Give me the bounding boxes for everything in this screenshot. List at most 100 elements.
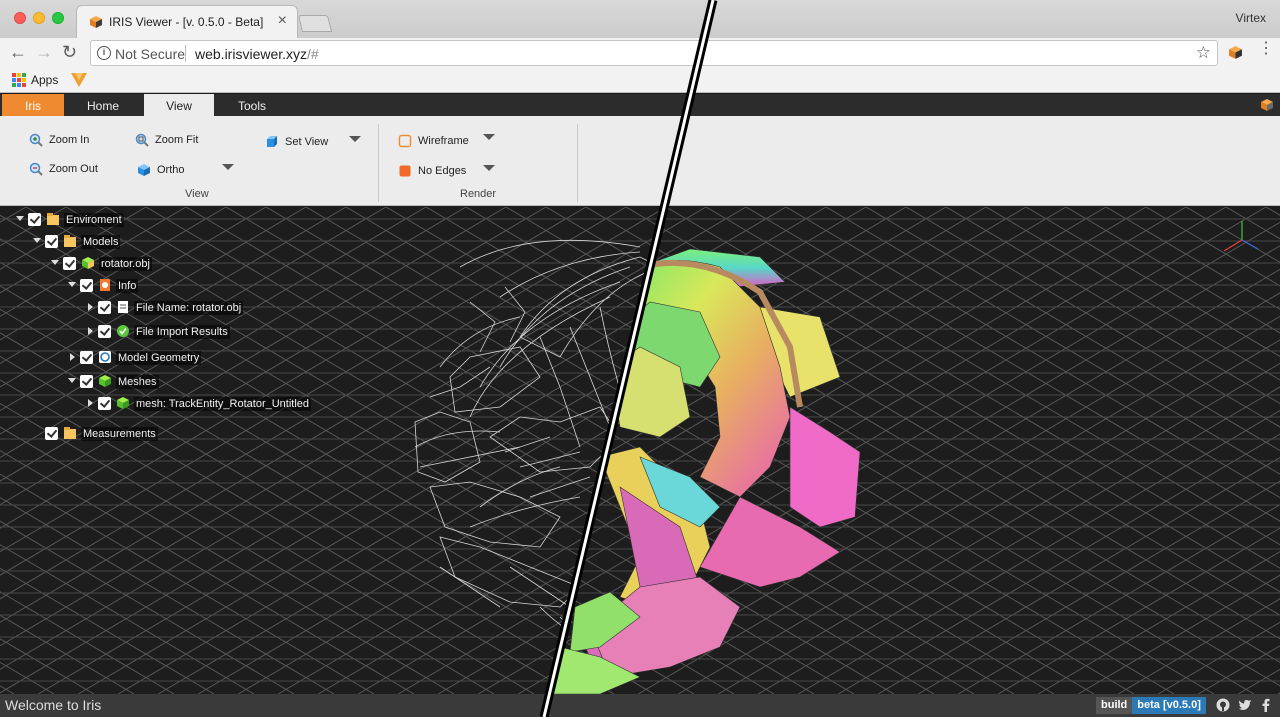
- grid-line: [1265, 207, 1280, 216]
- grid-line: [837, 433, 1280, 694]
- expand-toggle-icon[interactable]: [51, 260, 59, 265]
- grid-line: [157, 207, 987, 694]
- apps-grid-icon[interactable]: [12, 73, 26, 87]
- zoom-fit-icon: [135, 133, 149, 147]
- iris-cube-icon[interactable]: [1260, 98, 1274, 112]
- expand-toggle-icon[interactable]: [16, 216, 24, 221]
- axis-gizmo: [1223, 221, 1259, 252]
- address-bar[interactable]: i Not Secure web.irisviewer.xyz/# ☆: [90, 40, 1218, 66]
- star-icon[interactable]: ☆: [1196, 43, 1211, 63]
- ortho-cube-icon: [138, 164, 150, 176]
- tree-node-label: File Name: rotator.obj: [134, 301, 244, 315]
- url-path: /#: [307, 46, 319, 62]
- tree-node-label: Models: [81, 235, 121, 249]
- info-icon[interactable]: i: [97, 46, 111, 60]
- back-icon[interactable]: ←: [9, 42, 27, 62]
- window-minimize-button[interactable]: [33, 12, 45, 24]
- forward-icon[interactable]: →: [35, 42, 53, 62]
- expand-toggle-icon[interactable]: [88, 303, 93, 311]
- build-badge[interactable]: build beta [v0.5.0]: [1096, 697, 1206, 714]
- tab-close-icon[interactable]: ×: [278, 12, 287, 30]
- bookmarks-bar: Apps: [0, 68, 1280, 93]
- url-text[interactable]: web.irisviewer.xyz/#: [195, 46, 319, 62]
- tab-home[interactable]: Home: [72, 94, 134, 116]
- profile-name[interactable]: Virtex: [1236, 11, 1266, 25]
- visibility-checkbox[interactable]: [80, 279, 93, 292]
- tab-tools[interactable]: Tools: [220, 94, 284, 116]
- tree-node-label: File Import Results: [134, 325, 230, 339]
- zoom-out-icon: [29, 162, 43, 176]
- tree-node-label: Enviroment: [64, 213, 124, 227]
- visibility-checkbox[interactable]: [80, 375, 93, 388]
- grid-line: [0, 207, 307, 388]
- 3d-scene[interactable]: [0, 207, 1280, 694]
- grid-line: [865, 207, 1280, 452]
- check-circle-icon: [117, 325, 129, 337]
- cube-icon: [117, 397, 129, 409]
- tree-node-label: Info: [116, 279, 139, 293]
- expand-toggle-icon[interactable]: [68, 282, 76, 287]
- visibility-checkbox[interactable]: [45, 427, 58, 440]
- build-label: build: [1096, 697, 1133, 714]
- facebook-icon[interactable]: [1262, 698, 1270, 712]
- wireframe-dropdown-icon[interactable]: [483, 134, 495, 140]
- grid-line: [0, 614, 135, 694]
- ribbon-group-divider: [577, 124, 578, 202]
- status-bar: Welcome to Iris build beta [v0.5.0]: [0, 694, 1280, 717]
- zoom-out-label: Zoom Out: [49, 163, 98, 175]
- wireframe-label: Wireframe: [418, 135, 469, 147]
- view-group-label: View: [185, 188, 209, 200]
- tree-node-label: Meshes: [116, 375, 159, 389]
- github-icon[interactable]: [1216, 698, 1230, 712]
- tree-node-label: rotator.obj: [99, 257, 152, 271]
- grid-line: [0, 426, 455, 694]
- no-edges-label: No Edges: [418, 165, 467, 177]
- menu-icon[interactable]: ⋮: [1258, 41, 1274, 57]
- ortho-label: Ortho: [157, 164, 185, 176]
- zoom-fit-label: Zoom Fit: [155, 134, 199, 146]
- solid-shape-icon: [399, 165, 411, 177]
- window-close-button[interactable]: [14, 12, 26, 24]
- grid-line: [0, 207, 227, 341]
- expand-toggle-icon[interactable]: [88, 399, 93, 407]
- grid-line: [0, 402, 495, 694]
- folder-icon: [47, 213, 59, 225]
- ribbon-panel: Zoom In Zoom Fit Set View Zoom Out Ortho…: [0, 116, 1280, 206]
- tree-node-label: Measurements: [81, 427, 158, 441]
- visibility-checkbox[interactable]: [98, 397, 111, 410]
- window-maximize-button[interactable]: [52, 12, 64, 24]
- apps-bookmark[interactable]: Apps: [31, 73, 58, 87]
- address-separator: [185, 45, 186, 62]
- wireframe-icon: [398, 134, 412, 148]
- browser-toolbar: ← → ↻ i Not Secure web.irisviewer.xyz/# …: [0, 38, 1280, 68]
- twitter-icon[interactable]: [1238, 698, 1252, 711]
- model-icon: [82, 257, 94, 269]
- tab-iris[interactable]: Iris: [2, 94, 64, 116]
- new-tab-button[interactable]: [297, 15, 333, 32]
- visibility-checkbox[interactable]: [98, 301, 111, 314]
- tab-view[interactable]: View: [144, 94, 214, 116]
- visibility-checkbox[interactable]: [45, 235, 58, 248]
- view-cube-icon: [267, 136, 277, 147]
- vue-bookmark-icon[interactable]: [71, 73, 87, 87]
- ortho-dropdown-icon[interactable]: [222, 164, 234, 170]
- folder-icon: [64, 427, 76, 439]
- expand-toggle-icon[interactable]: [88, 327, 93, 335]
- reload-icon[interactable]: ↻: [62, 42, 77, 62]
- expand-toggle-icon[interactable]: [33, 238, 41, 243]
- render-group-label: Render: [460, 188, 497, 200]
- set-view-dropdown-icon[interactable]: [349, 136, 361, 142]
- extension-cube-icon[interactable]: [1228, 45, 1243, 60]
- security-label[interactable]: Not Secure: [115, 46, 185, 62]
- expand-toggle-icon[interactable]: [68, 378, 76, 383]
- visibility-checkbox[interactable]: [28, 213, 41, 226]
- grid-line: [0, 661, 55, 694]
- visibility-checkbox[interactable]: [80, 351, 93, 364]
- visibility-checkbox[interactable]: [98, 325, 111, 338]
- set-view-label: Set View: [285, 136, 329, 148]
- visibility-checkbox[interactable]: [63, 257, 76, 270]
- browser-tab[interactable]: IRIS Viewer - [v. 0.5.0 - Beta] ×: [76, 5, 298, 38]
- expand-toggle-icon[interactable]: [70, 353, 75, 361]
- no-edges-dropdown-icon[interactable]: [483, 165, 495, 171]
- 3d-viewport[interactable]: Enviroment Models rotator.obj Info File …: [0, 207, 1280, 694]
